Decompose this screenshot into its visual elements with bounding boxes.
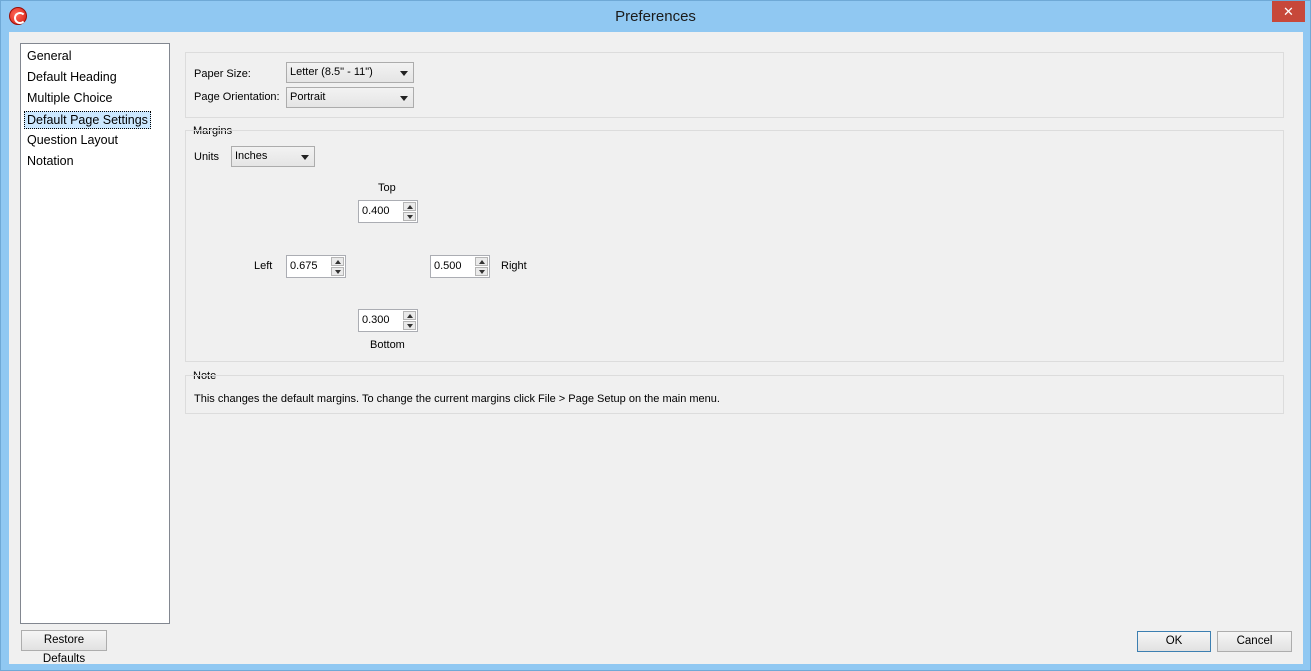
left-margin-spinner[interactable]: 0.675: [286, 255, 346, 278]
preferences-window: Preferences ✕ General Default Heading Mu…: [0, 0, 1311, 671]
chevron-down-icon: [301, 155, 309, 160]
margins-panel: Units Inches Top 0.400 Left 0.675 0.500 …: [185, 130, 1284, 362]
spin-up-icon[interactable]: [331, 257, 344, 266]
spin-down-icon[interactable]: [403, 321, 416, 330]
note-text: This changes the default margins. To cha…: [194, 393, 720, 405]
right-margin-spinner[interactable]: 0.500: [430, 255, 490, 278]
top-margin-label: Top: [378, 182, 396, 194]
sidebar-item-default-page-settings[interactable]: Default Page Settings: [24, 111, 151, 129]
bottom-margin-spinner[interactable]: 0.300: [358, 309, 418, 332]
spin-up-icon[interactable]: [403, 202, 416, 211]
left-margin-value: 0.675: [290, 260, 318, 272]
page-orientation-dropdown[interactable]: Portrait: [286, 87, 414, 108]
bottom-margin-value: 0.300: [362, 314, 390, 326]
close-icon: ✕: [1283, 4, 1294, 19]
left-margin-label: Left: [254, 260, 273, 272]
top-margin-spinner[interactable]: 0.400: [358, 200, 418, 223]
paper-size-dropdown[interactable]: Letter (8.5" - 11"): [286, 62, 414, 83]
right-margin-label: Right: [501, 260, 527, 272]
chevron-down-icon: [400, 96, 408, 101]
sidebar-item-notation[interactable]: Notation: [25, 153, 76, 171]
sidebar-item-default-heading[interactable]: Default Heading: [25, 69, 119, 87]
spin-down-icon[interactable]: [403, 212, 416, 221]
sidebar-item-multiple-choice[interactable]: Multiple Choice: [25, 90, 114, 108]
bottom-margin-label: Bottom: [370, 339, 405, 351]
sidebar-item-question-layout[interactable]: Question Layout: [25, 132, 120, 150]
right-margin-value: 0.500: [434, 260, 462, 272]
units-dropdown[interactable]: Inches: [231, 146, 315, 167]
units-value: Inches: [235, 150, 268, 162]
window-title: Preferences: [615, 8, 696, 25]
paper-settings-panel: Paper Size: Letter (8.5" - 11") Page Ori…: [185, 52, 1284, 118]
restore-defaults-button[interactable]: Restore Defaults: [21, 630, 107, 665]
units-label: Units: [194, 151, 220, 163]
spin-down-icon[interactable]: [331, 267, 344, 276]
top-margin-value: 0.400: [362, 205, 390, 217]
ok-button[interactable]: OK: [1137, 631, 1211, 652]
title-bar[interactable]: Preferences ✕: [1, 1, 1310, 32]
paper-size-label: Paper Size:: [194, 68, 251, 80]
spin-up-icon[interactable]: [403, 311, 416, 320]
page-orientation-value: Portrait: [290, 91, 326, 103]
chevron-down-icon: [400, 71, 408, 76]
cancel-button[interactable]: Cancel: [1217, 631, 1292, 652]
dialog-body: General Default Heading Multiple Choice …: [9, 32, 1303, 665]
page-orientation-label: Page Orientation:: [194, 91, 280, 103]
spin-down-icon[interactable]: [475, 267, 488, 276]
spin-up-icon[interactable]: [475, 257, 488, 266]
paper-size-value: Letter (8.5" - 11"): [290, 66, 373, 78]
settings-category-list[interactable]: General Default Heading Multiple Choice …: [20, 43, 170, 624]
note-panel: This changes the default margins. To cha…: [185, 375, 1284, 414]
sidebar-item-general[interactable]: General: [25, 48, 73, 66]
close-button[interactable]: ✕: [1272, 1, 1305, 22]
